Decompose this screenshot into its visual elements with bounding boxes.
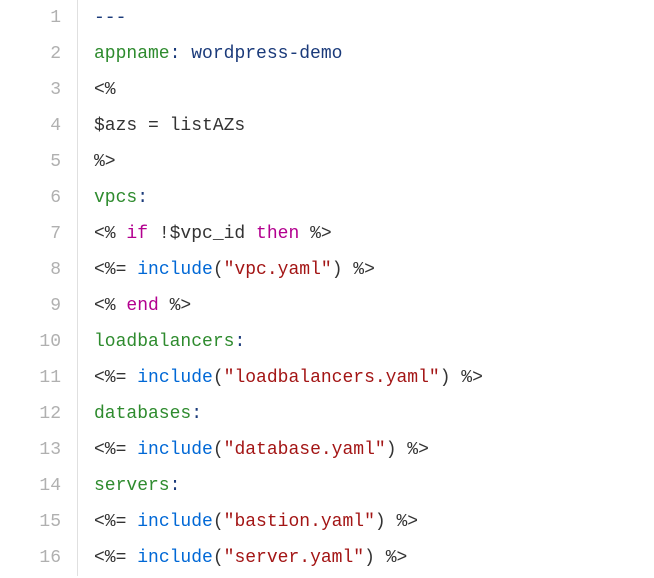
line-number: 5 [0,144,61,180]
code-token: <%= [94,261,137,279]
line-number: 15 [0,504,61,540]
code-token: <%= [94,369,137,387]
line-number-gutter: 12345678910111213141516 [0,0,78,576]
code-token: <%= [94,441,137,459]
code-token: %> [159,297,191,315]
code-token: %> [299,225,331,243]
code-token: databases [94,405,191,423]
line-number: 8 [0,252,61,288]
code-line: $azs = listAZs [94,108,654,144]
code-token: ) %> [440,369,483,387]
code-token: %> [94,153,116,171]
code-token: include [137,369,213,387]
code-line: <%= include("loadbalancers.yaml") %> [94,360,654,396]
code-token: if [126,225,148,243]
code-token: include [137,441,213,459]
code-token: <% [94,81,116,99]
code-line: databases: [94,396,654,432]
line-number: 3 [0,72,61,108]
code-token: ) %> [332,261,375,279]
code-token: ( [213,369,224,387]
code-token: ( [213,261,224,279]
code-token: : [234,333,245,351]
code-line: --- [94,0,654,36]
code-token: "server.yaml" [224,549,364,567]
line-number: 7 [0,216,61,252]
code-token: vpcs [94,189,137,207]
code-token: : [170,45,192,63]
code-line: %> [94,144,654,180]
code-token: "bastion.yaml" [224,513,375,531]
code-token: $azs = listAZs [94,117,245,135]
code-token: ( [213,441,224,459]
code-token: <%= [94,513,137,531]
line-number: 13 [0,432,61,468]
code-token: !$vpc_id [148,225,256,243]
code-token: loadbalancers [94,333,234,351]
code-token: "loadbalancers.yaml" [224,369,440,387]
line-number: 2 [0,36,61,72]
code-token: : [170,477,181,495]
code-token: ) %> [375,513,418,531]
code-token: ) %> [364,549,407,567]
code-line: <% if !$vpc_id then %> [94,216,654,252]
code-line: loadbalancers: [94,324,654,360]
code-line: appname: wordpress-demo [94,36,654,72]
code-token: appname [94,45,170,63]
code-token: <% [94,225,126,243]
line-number: 4 [0,108,61,144]
code-line: <% [94,72,654,108]
code-token: --- [94,9,126,27]
code-token: include [137,513,213,531]
code-token: <% [94,297,126,315]
line-number: 10 [0,324,61,360]
code-token: : [137,189,148,207]
code-token: include [137,261,213,279]
line-number: 6 [0,180,61,216]
code-line: <%= include("server.yaml") %> [94,540,654,576]
line-number: 12 [0,396,61,432]
code-line: <%= include("vpc.yaml") %> [94,252,654,288]
code-token: then [256,225,299,243]
line-number: 11 [0,360,61,396]
code-line: vpcs: [94,180,654,216]
code-content: --- appname: wordpress-demo <% $azs = listA… [78,0,654,576]
code-block: 12345678910111213141516 ---appname: word… [0,0,654,576]
line-number: 14 [0,468,61,504]
code-line: <%= include("database.yaml") %> [94,432,654,468]
code-token: wordpress-demo [191,45,342,63]
line-number: 9 [0,288,61,324]
code-line: <% end %> [94,288,654,324]
code-token: ( [213,549,224,567]
line-number: 16 [0,540,61,576]
code-token: "vpc.yaml" [224,261,332,279]
code-token: end [126,297,158,315]
code-token: ) %> [386,441,429,459]
code-token: include [137,549,213,567]
code-line: <%= include("bastion.yaml") %> [94,504,654,540]
code-line: servers: [94,468,654,504]
code-token: <%= [94,549,137,567]
line-number: 1 [0,0,61,36]
code-token: servers [94,477,170,495]
code-token: : [191,405,202,423]
code-token: ( [213,513,224,531]
code-token: "database.yaml" [224,441,386,459]
